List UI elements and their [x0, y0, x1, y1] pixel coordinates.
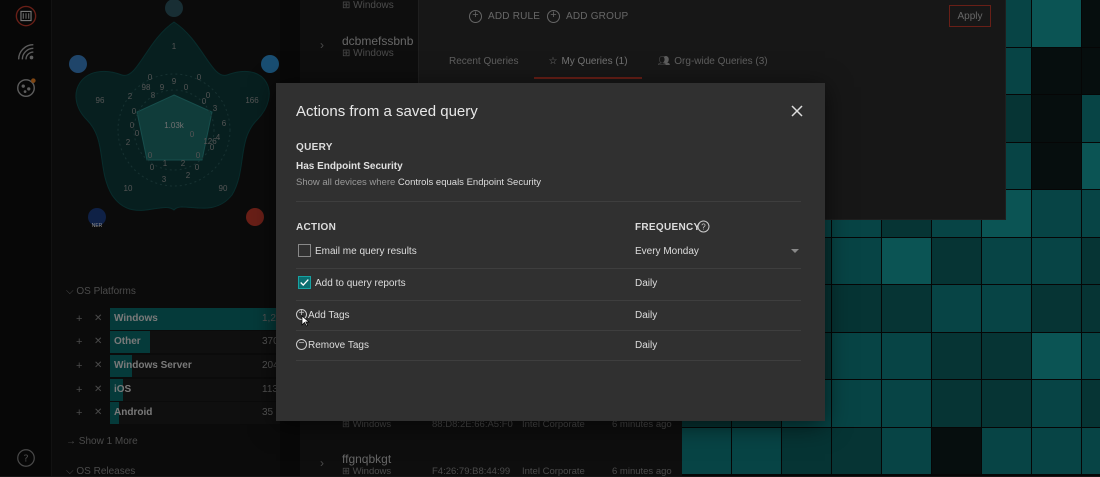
query-heading: QUERY [296, 142, 333, 153]
action-label[interactable]: Remove Tags [308, 340, 369, 351]
email-checkbox[interactable] [298, 244, 311, 257]
query-description: Show all devices where Controls equals E… [296, 177, 542, 188]
help-icon[interactable]: ? [697, 220, 710, 233]
modal-title: Actions from a saved query [296, 103, 478, 120]
action-label: Add to query reports [315, 278, 406, 289]
saved-query-actions-modal: Actions from a saved query QUERY Has End… [276, 83, 825, 421]
action-row-reports: Add to query reports Daily [296, 269, 801, 301]
frequency-value: Daily [635, 310, 658, 321]
frequency-value: Daily [635, 340, 658, 351]
query-name: Has Endpoint Security [296, 161, 403, 172]
reports-checkbox[interactable] [298, 276, 311, 289]
action-heading: ACTION [296, 222, 337, 233]
minus-circle-icon[interactable]: − [296, 339, 307, 350]
svg-text:?: ? [701, 223, 706, 232]
action-label: Email me query results [315, 246, 417, 257]
action-row-add-tags: + Add Tags Daily [296, 301, 801, 331]
checkmark-icon [300, 279, 309, 286]
frequency-value: Daily [635, 278, 658, 289]
action-label[interactable]: Add Tags [308, 310, 350, 321]
frequency-heading: FREQUENCY [635, 222, 701, 233]
action-row-email: Email me query results Every Monday [296, 237, 801, 269]
action-row-remove-tags: − Remove Tags Daily [296, 331, 801, 361]
mouse-cursor-icon [301, 315, 310, 327]
frequency-select[interactable]: Every Monday [635, 246, 699, 257]
close-icon[interactable] [789, 103, 805, 119]
chevron-down-icon[interactable] [791, 249, 799, 253]
divider [296, 201, 801, 202]
